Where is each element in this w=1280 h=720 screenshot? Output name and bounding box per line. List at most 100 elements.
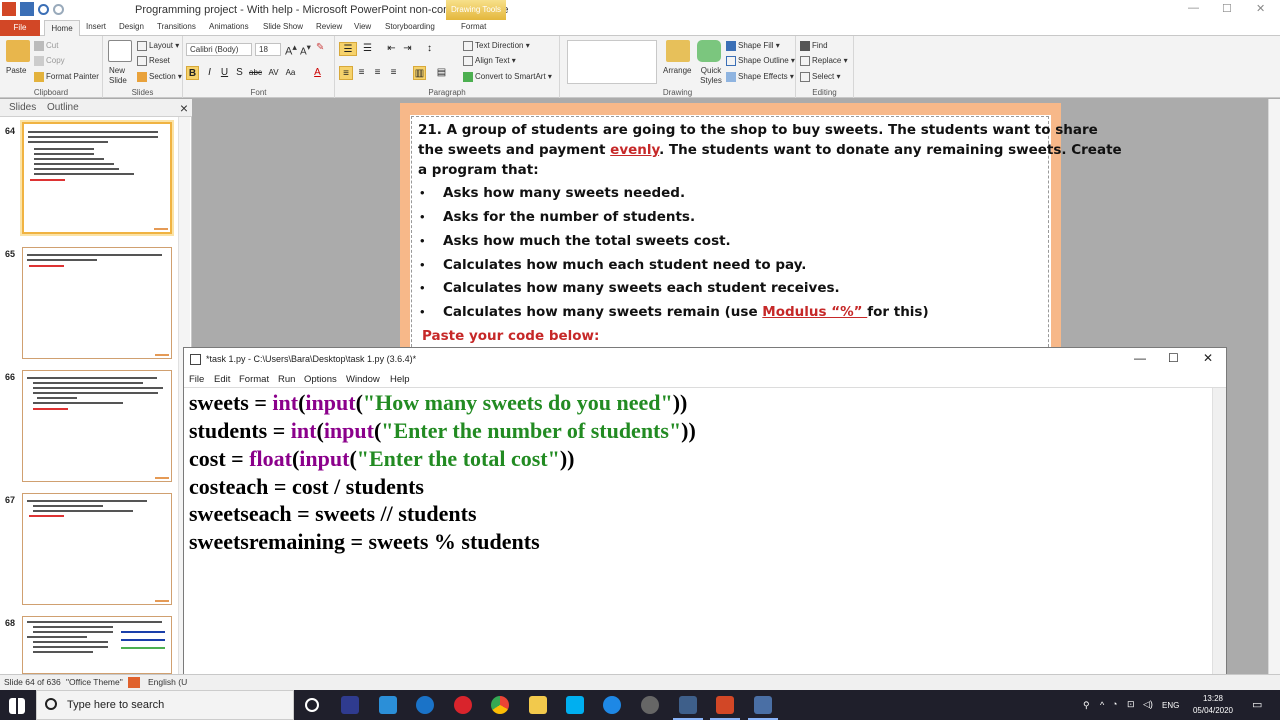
- opera-icon[interactable]: [454, 696, 472, 714]
- language-indicator[interactable]: ENG: [1162, 701, 1179, 710]
- slide-thumbnail-65[interactable]: [22, 247, 172, 359]
- cut-button[interactable]: Cut: [34, 41, 58, 51]
- new-slide-icon[interactable]: [108, 40, 132, 62]
- section-button[interactable]: Section ▾: [137, 72, 182, 82]
- people-icon[interactable]: ⚲: [1083, 700, 1090, 711]
- slide-textbox[interactable]: 21. A group of students are going to the…: [411, 116, 1122, 352]
- tab-transitions[interactable]: Transitions: [157, 22, 196, 31]
- font-size-select[interactable]: 18: [255, 43, 281, 56]
- numbering-icon[interactable]: ☰: [361, 42, 374, 56]
- reset-button[interactable]: Reset: [137, 56, 170, 66]
- bullets-icon[interactable]: ☰: [339, 42, 357, 56]
- shadow-icon[interactable]: S: [233, 66, 246, 80]
- idle-minimize-button[interactable]: —: [1134, 351, 1146, 365]
- tab-slide-show[interactable]: Slide Show: [263, 22, 303, 31]
- close-button[interactable]: ✕: [1256, 2, 1265, 15]
- strikethrough-icon[interactable]: abc: [249, 66, 262, 80]
- menu-format[interactable]: Format: [239, 374, 269, 385]
- app-icon[interactable]: [641, 696, 659, 714]
- maximize-button[interactable]: ☐: [1222, 2, 1232, 15]
- menu-edit[interactable]: Edit: [214, 374, 230, 385]
- shrink-font-icon[interactable]: A▾: [300, 42, 311, 57]
- tab-home[interactable]: Home: [44, 20, 80, 36]
- cortana-icon[interactable]: [305, 698, 319, 712]
- powerpoint-taskbar-icon[interactable]: [710, 696, 740, 720]
- menu-options[interactable]: Options: [304, 374, 337, 385]
- grow-font-icon[interactable]: A▴: [285, 42, 297, 58]
- save-icon[interactable]: [20, 2, 34, 16]
- menu-help[interactable]: Help: [390, 374, 410, 385]
- tab-slides[interactable]: Slides: [9, 102, 36, 113]
- copy-button[interactable]: Copy: [34, 56, 65, 66]
- change-case-icon[interactable]: Aa: [284, 66, 297, 80]
- python-taskbar-icon[interactable]: [748, 696, 778, 720]
- system-clock[interactable]: 13:28 05/04/2020: [1188, 693, 1238, 717]
- columns-icon[interactable]: ▥: [413, 66, 426, 80]
- select-button[interactable]: Select ▾: [800, 72, 840, 82]
- text-columns-icon[interactable]: ▤: [435, 66, 448, 80]
- menu-file[interactable]: File: [189, 374, 204, 385]
- font-color-icon[interactable]: A: [311, 66, 324, 80]
- format-painter-button[interactable]: Format Painter: [34, 72, 99, 82]
- tab-insert[interactable]: Insert: [86, 22, 106, 31]
- idle-taskbar-icon[interactable]: [673, 696, 703, 720]
- edge-icon[interactable]: [603, 696, 621, 714]
- tab-format[interactable]: Format: [461, 22, 486, 31]
- close-panel-icon[interactable]: ×: [180, 100, 188, 116]
- slide-thumbnail-67[interactable]: [22, 493, 172, 605]
- skype-icon[interactable]: [566, 696, 584, 714]
- line-spacing-icon[interactable]: ↕: [423, 42, 436, 56]
- editor-scrollbar[interactable]: [1268, 99, 1280, 674]
- task-view-icon[interactable]: [341, 696, 359, 714]
- font-name-select[interactable]: Calibri (Body): [186, 43, 252, 56]
- slide-thumbnail-68[interactable]: [22, 616, 172, 674]
- shape-effects-button[interactable]: Shape Effects ▾: [726, 72, 794, 82]
- network-icon[interactable]: ⊡: [1127, 699, 1135, 710]
- bold-icon[interactable]: B: [186, 66, 199, 80]
- notifications-chevron-icon[interactable]: ^: [1100, 700, 1104, 710]
- tab-storyboarding[interactable]: Storyboarding: [385, 22, 435, 31]
- current-slide[interactable]: 21. A group of students are going to the…: [400, 103, 1122, 353]
- shape-fill-button[interactable]: Shape Fill ▾: [726, 41, 780, 51]
- redo-icon[interactable]: [53, 4, 64, 15]
- tab-view[interactable]: View: [354, 22, 371, 31]
- mail-icon[interactable]: [379, 696, 397, 714]
- tab-animations[interactable]: Animations: [209, 22, 249, 31]
- tab-outline[interactable]: Outline: [47, 102, 79, 113]
- align-center-icon[interactable]: ≡: [355, 66, 368, 80]
- italic-icon[interactable]: I: [203, 66, 216, 80]
- undo-icon[interactable]: [38, 4, 49, 15]
- language-status[interactable]: English (U: [148, 677, 187, 687]
- paste-button[interactable]: Paste: [6, 66, 26, 75]
- quick-styles-icon[interactable]: [697, 40, 721, 62]
- align-right-icon[interactable]: ≡: [371, 66, 384, 80]
- align-left-icon[interactable]: ≡: [339, 66, 353, 80]
- layout-button[interactable]: Layout ▾: [137, 41, 179, 51]
- tab-file[interactable]: File: [0, 20, 40, 36]
- wifi-icon[interactable]: ◔: [1112, 699, 1117, 709]
- tab-design[interactable]: Design: [119, 22, 144, 31]
- increase-indent-icon[interactable]: ⇥: [401, 42, 414, 56]
- edge-legacy-icon[interactable]: [416, 696, 434, 714]
- find-button[interactable]: Find: [800, 41, 828, 51]
- character-spacing-icon[interactable]: AV: [267, 66, 280, 80]
- idle-maximize-button[interactable]: ☐: [1168, 351, 1179, 365]
- align-text-button[interactable]: Align Text ▾: [463, 56, 516, 66]
- file-explorer-icon[interactable]: [529, 696, 547, 714]
- idle-close-button[interactable]: ✕: [1203, 351, 1213, 365]
- slide-thumbnail-66[interactable]: [22, 370, 172, 482]
- idle-scrollbar[interactable]: [1212, 388, 1226, 674]
- arrange-icon[interactable]: [666, 40, 690, 62]
- new-slide-button[interactable]: New Slide: [109, 66, 139, 86]
- menu-run[interactable]: Run: [278, 374, 295, 385]
- replace-button[interactable]: Replace ▾: [800, 56, 848, 66]
- text-direction-button[interactable]: Text Direction ▾: [463, 41, 530, 51]
- paste-icon[interactable]: [6, 40, 30, 62]
- justify-icon[interactable]: ≡: [387, 66, 400, 80]
- minimize-button[interactable]: —: [1188, 2, 1199, 14]
- shapes-gallery[interactable]: [567, 40, 657, 84]
- spellcheck-icon[interactable]: [128, 677, 140, 688]
- clear-formatting-icon[interactable]: ✎: [316, 42, 324, 53]
- windows-start-icon[interactable]: [9, 698, 25, 714]
- decrease-indent-icon[interactable]: ⇤: [385, 42, 398, 56]
